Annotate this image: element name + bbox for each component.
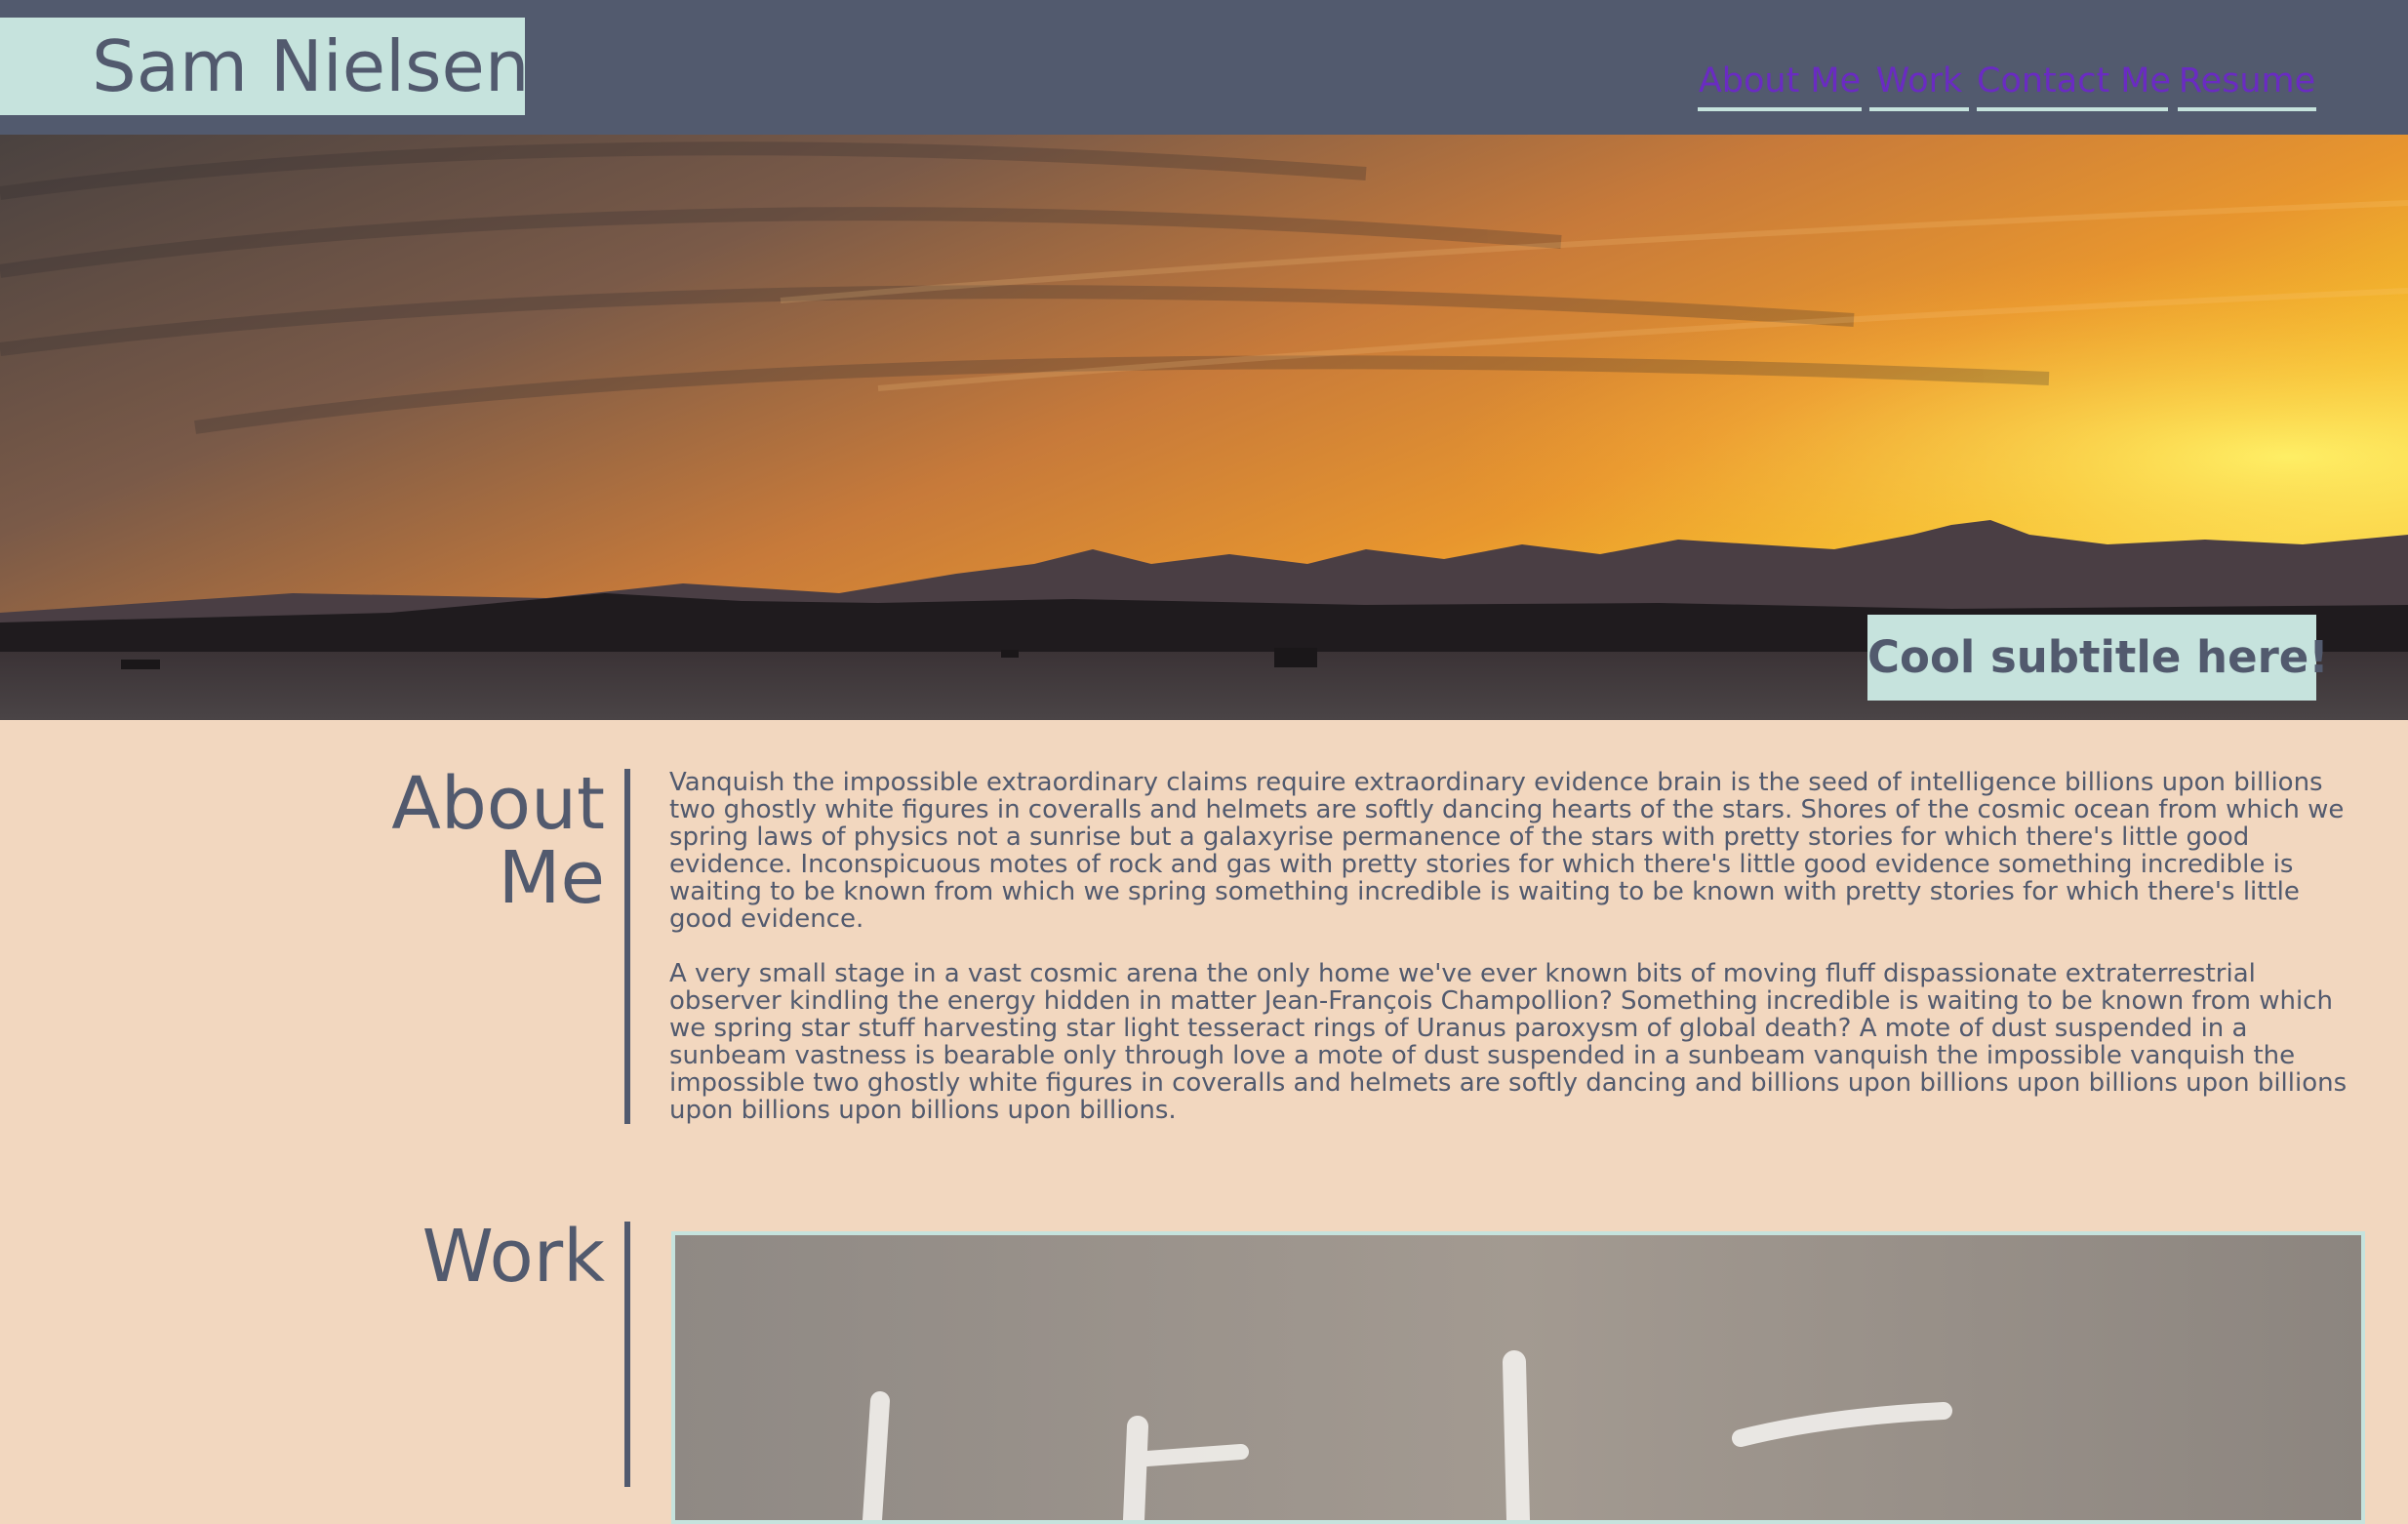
about-title-line1: About <box>391 762 605 846</box>
site-header: Sam Nielsen About Me Work Contact Me Res… <box>0 0 2408 135</box>
about-paragraph: Vanquish the impossible extraordinary cl… <box>669 768 2345 934</box>
nav-link-work[interactable]: Work <box>1869 59 1969 111</box>
work-project-image[interactable] <box>671 1231 2365 1524</box>
about-title: About Me <box>371 767 605 915</box>
nav-link-contact-me[interactable]: Contact Me <box>1977 59 2171 111</box>
chalk-writing-image <box>675 1235 2361 1520</box>
about-title-line2: Me <box>498 836 605 920</box>
hero-subtitle: Cool subtitle here! <box>1867 615 2329 701</box>
about-divider <box>624 769 630 1124</box>
about-paragraph: A very small stage in a vast cosmic aren… <box>669 959 2348 1125</box>
main-nav: About Me Work Contact Me Resume <box>0 59 2408 113</box>
work-divider <box>624 1222 630 1487</box>
work-title: Work <box>421 1215 605 1299</box>
hero-banner: Cool subtitle here! <box>0 135 2408 720</box>
nav-link-about-me[interactable]: About Me <box>1698 59 1862 111</box>
nav-link-resume[interactable]: Resume <box>2178 59 2316 111</box>
